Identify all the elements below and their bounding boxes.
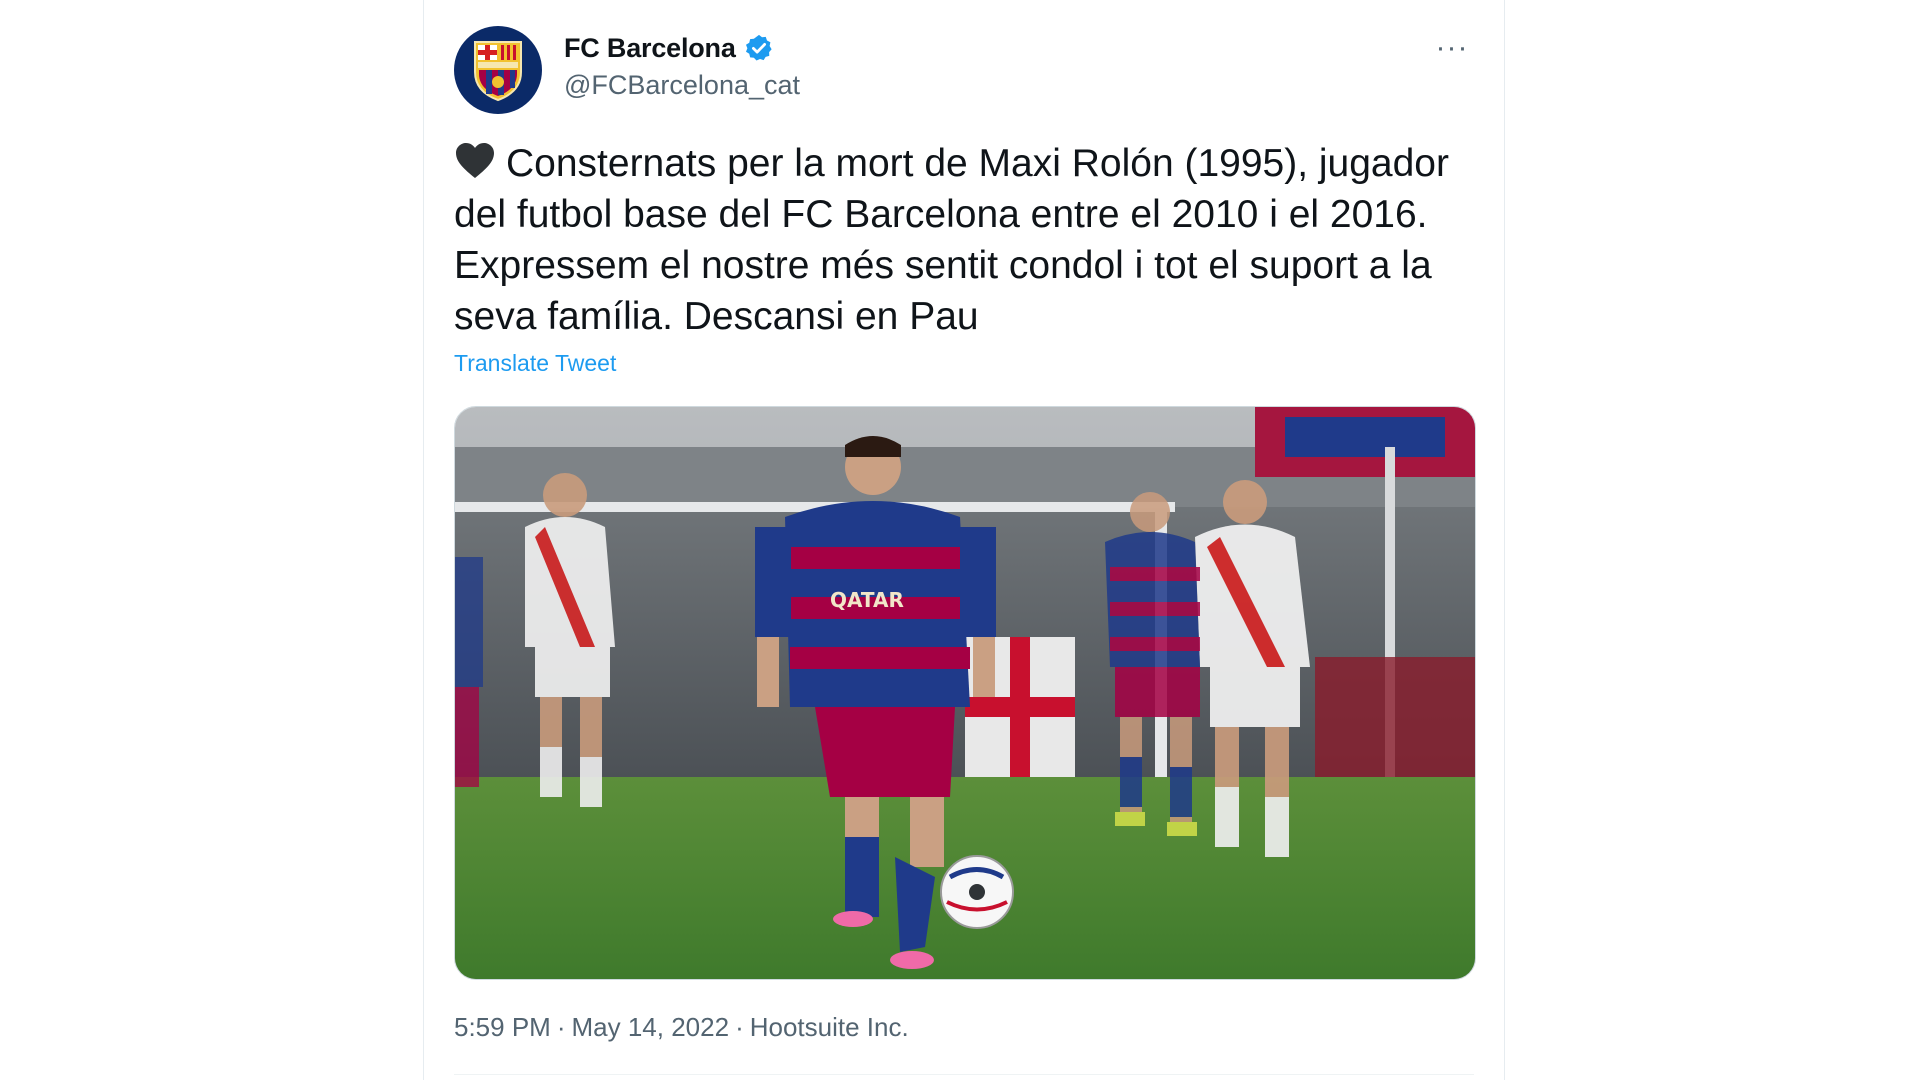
more-options-button[interactable]: ··· — [1430, 30, 1474, 66]
divider — [454, 1074, 1474, 1075]
player-left-edge — [455, 557, 483, 787]
football-ball — [940, 855, 1014, 929]
tweet-photo[interactable]: QATAR — [454, 406, 1476, 980]
author-block: FC Barcelona @FCBarcelona_cat — [564, 28, 800, 101]
name-row: FC Barcelona — [564, 28, 800, 68]
display-name[interactable]: FC Barcelona — [564, 33, 736, 64]
tweet-body-text: Consternats per la mort de Maxi Rolón (1… — [454, 142, 1449, 338]
fc-barcelona-crest-icon — [474, 41, 522, 102]
tweet-source[interactable]: Hootsuite Inc. — [750, 1012, 909, 1043]
tweet-text: Consternats per la mort de Maxi Rolón (1… — [454, 138, 1484, 342]
translate-tweet-link[interactable]: Translate Tweet — [454, 350, 616, 377]
meta-separator: · — [556, 1012, 566, 1042]
tweet-meta: 5:59 PM · May 14, 2022 · Hootsuite Inc. — [454, 1012, 909, 1043]
black-heart-icon — [456, 143, 494, 178]
tweet-date[interactable]: May 14, 2022 — [572, 1012, 730, 1043]
tweet-time[interactable]: 5:59 PM — [454, 1012, 551, 1043]
meta-separator: · — [735, 1012, 744, 1042]
avatar[interactable] — [454, 26, 542, 114]
tweet-card: FC Barcelona @FCBarcelona_cat ··· Conste… — [423, 0, 1505, 1080]
jersey-sponsor-text: QATAR — [830, 588, 904, 612]
verified-badge-icon — [745, 34, 772, 61]
page: FC Barcelona @FCBarcelona_cat ··· Conste… — [0, 0, 1920, 1080]
football-match-photo: QATAR — [455, 407, 1475, 979]
user-handle[interactable]: @FCBarcelona_cat — [564, 70, 800, 101]
